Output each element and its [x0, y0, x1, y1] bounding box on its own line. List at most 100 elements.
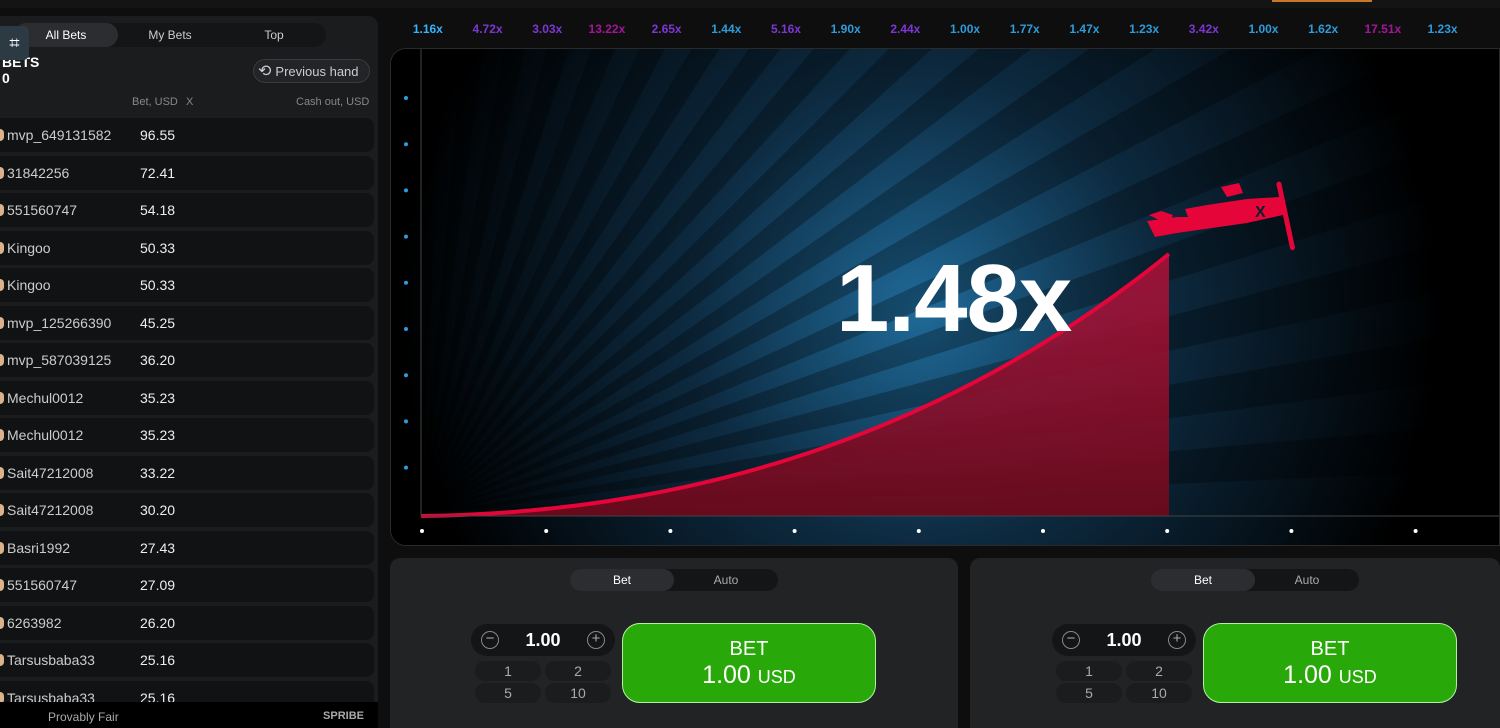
- history-multiplier: 1.44x: [711, 22, 742, 36]
- quick-amount-5[interactable]: 5: [475, 683, 541, 703]
- avatar: [0, 354, 4, 366]
- previous-hand-button[interactable]: ⟲ Previous hand: [253, 59, 370, 83]
- history-icon: ⟲: [258, 63, 272, 80]
- previous-hand-label: Previous hand: [275, 63, 359, 79]
- history-multiplier: 1.90x: [830, 22, 861, 36]
- player-name: 6263982: [7, 614, 62, 631]
- x-axis-dot: [1165, 529, 1170, 533]
- avatar: [0, 129, 4, 141]
- tab-top[interactable]: Top: [222, 23, 326, 47]
- bet-row: Sait47212008 33.22: [0, 455, 374, 490]
- bet-amount: 45.25: [140, 314, 176, 331]
- avatar: [0, 241, 4, 254]
- quick-amount-1[interactable]: 1: [475, 661, 541, 681]
- bet-row: mvp_587039125 36.20: [0, 343, 374, 377]
- y-axis-dot: [404, 373, 408, 378]
- history-multiplier: 1.62x: [1308, 22, 1339, 36]
- bet-button[interactable]: BET 1.00 USD: [622, 623, 876, 703]
- y-axis-dot: [404, 96, 408, 100]
- col-x: X: [186, 96, 194, 108]
- bet-amount: 25.16: [140, 652, 176, 668]
- history-multiplier: 1.16x: [412, 22, 443, 36]
- bets-count: 0: [2, 70, 10, 86]
- avatar: [0, 279, 4, 291]
- bet-button-currency: USD: [757, 667, 796, 687]
- spribe-logo: SPRIBE: [323, 710, 364, 722]
- current-multiplier: 1.48x: [836, 245, 1072, 352]
- quick-amount-1[interactable]: 1: [1056, 661, 1122, 681]
- col-bet: Bet, USD: [132, 96, 178, 108]
- quick-amount-5[interactable]: 5: [1056, 683, 1122, 703]
- bet-mode-tabs: Bet Auto: [1151, 569, 1359, 591]
- history-multiplier: 17.51x: [1364, 22, 1402, 36]
- bet-mode-tabs: Bet Auto: [570, 569, 778, 591]
- bet-amount: 36.20: [140, 352, 176, 368]
- bet-amount: 72.41: [140, 164, 176, 181]
- bet-row: mvp_649131582 96.55: [0, 118, 374, 152]
- multiplier-history: 1.16x 4.72x 3.03x 13.22x 2.65x 1.44x 5.16x 1.90…: [398, 18, 1472, 40]
- player-name: Kingoo: [7, 277, 51, 293]
- player-name: 551560747: [7, 577, 78, 593]
- history-multiplier: 1.47x: [1069, 22, 1100, 36]
- history-multiplier: 4.72x: [472, 22, 503, 36]
- plus-icon[interactable]: +: [587, 631, 605, 649]
- bet-amount: 33.22: [140, 464, 176, 481]
- bet-row: 551560747 54.18: [0, 193, 374, 227]
- collapse-icon[interactable]: ⌗: [0, 26, 29, 60]
- bet-row: Basri1992 27.43: [0, 530, 374, 565]
- player-name: Tarsusbaba33: [7, 652, 95, 668]
- x-axis-dot: [1289, 529, 1294, 533]
- quick-amount-10[interactable]: 10: [545, 683, 611, 703]
- plus-icon[interactable]: +: [1168, 631, 1186, 649]
- avatar: [0, 166, 4, 179]
- x-axis-dot: [668, 529, 673, 533]
- tab-auto[interactable]: Auto: [674, 569, 778, 591]
- y-axis-dot: [404, 419, 408, 424]
- bet-amount: 50.33: [140, 239, 176, 256]
- quick-amount-2[interactable]: 2: [1126, 661, 1192, 681]
- history-multiplier: 13.22x: [588, 22, 626, 36]
- tab-my-bets[interactable]: My Bets: [118, 23, 222, 47]
- bet-amount: 96.55: [140, 127, 176, 143]
- bet-amount: 35.23: [140, 389, 176, 406]
- col-cashout: Cash out, USD: [296, 96, 370, 108]
- x-axis-dot: [544, 529, 549, 533]
- quick-amount-2[interactable]: 2: [545, 661, 611, 681]
- x-axis-dot: [1413, 529, 1418, 533]
- bet-button[interactable]: BET 1.00 USD: [1203, 623, 1457, 703]
- player-name: mvp_125266390: [7, 314, 112, 331]
- tab-auto[interactable]: Auto: [1255, 569, 1359, 591]
- provably-fair-link[interactable]: Provably Fair: [48, 710, 119, 724]
- tab-bet[interactable]: Bet: [1151, 569, 1255, 591]
- bet-row: Kingoo 50.33: [0, 230, 374, 265]
- top-accent: [1272, 0, 1372, 2]
- tab-bet[interactable]: Bet: [570, 569, 674, 591]
- bet-row: Kingoo 50.33: [0, 268, 374, 302]
- player-name: Sait47212008: [7, 502, 94, 518]
- quick-amount-10[interactable]: 10: [1126, 683, 1192, 703]
- avatar: [0, 579, 4, 591]
- bet-row: Tarsusbaba33 25.16: [0, 643, 374, 677]
- tab-all-bets[interactable]: All Bets: [14, 23, 118, 47]
- bet-amount: 50.33: [140, 277, 176, 293]
- bet-amount: 54.18: [140, 202, 176, 218]
- avatar: [0, 204, 4, 216]
- bets-tabs: All Bets My Bets Top: [14, 23, 326, 47]
- player-name: 31842256: [7, 164, 70, 181]
- bet-button-amount: 1.00: [1283, 661, 1332, 689]
- player-name: Basri1992: [7, 539, 71, 556]
- player-name: 551560747: [7, 202, 78, 218]
- y-axis-dot: [404, 280, 408, 285]
- bet-row: 31842256 72.41: [0, 155, 374, 190]
- avatar: [0, 541, 4, 554]
- bet-row: 6263982 26.20: [0, 605, 374, 640]
- bet-panel-1: Bet Auto − 1.00 + 1 2 5 10 BET 1.00 USD: [390, 558, 958, 728]
- bet-button-amount: 1.00: [702, 661, 751, 689]
- bet-row: Mechul0012 35.23: [0, 418, 374, 452]
- history-multiplier: 5.16x: [770, 22, 801, 36]
- bet-button-currency: USD: [1338, 667, 1377, 687]
- bets-list: mvp_649131582 96.55 31842256 72.41 551560747…: [0, 118, 374, 718]
- history-multiplier: 1.00x: [1248, 22, 1279, 36]
- bet-amount: 26.20: [140, 614, 176, 631]
- player-name: Sait47212008: [7, 464, 94, 481]
